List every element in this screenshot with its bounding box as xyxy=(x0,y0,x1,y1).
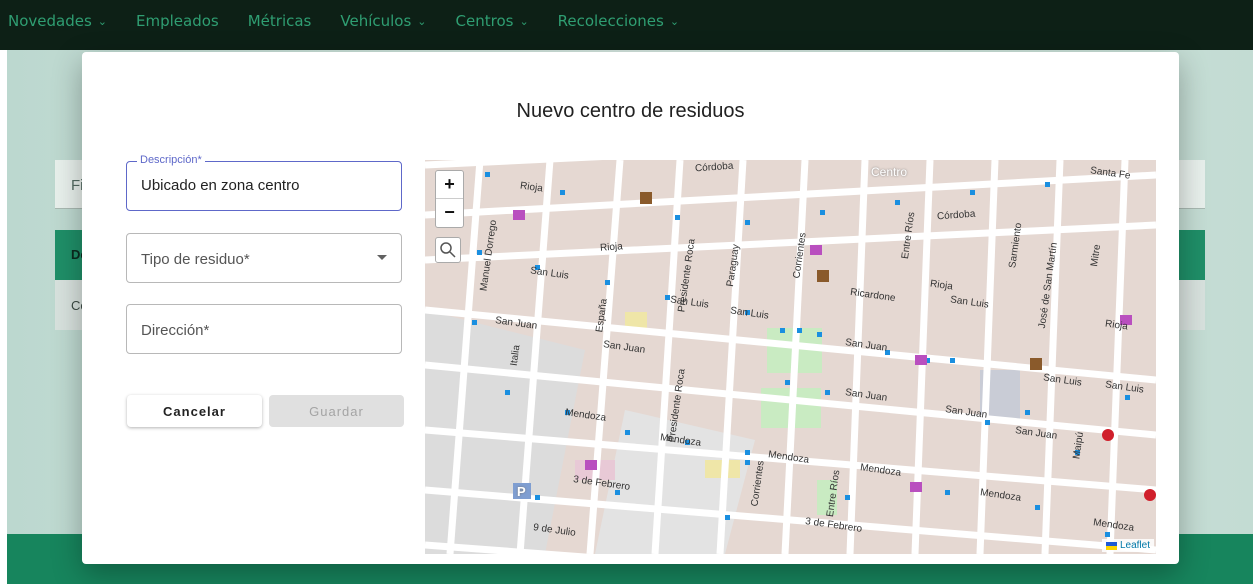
description-label: Descripción* xyxy=(137,154,205,166)
nav-item-recolecciones[interactable]: Recolecciones ⌄ xyxy=(558,12,679,30)
nav-item-vehiculos[interactable]: Vehículos ⌄ xyxy=(340,12,426,30)
chevron-down-icon: ⌄ xyxy=(97,14,108,28)
nav-item-metricas[interactable]: Métricas xyxy=(248,12,312,30)
nav-item-centros[interactable]: Centros ⌄ xyxy=(456,12,529,30)
description-field[interactable]: Descripción* Ubicado en zona centro xyxy=(126,154,402,211)
zoom-out-button[interactable]: − xyxy=(436,199,463,226)
nav-label: Centros xyxy=(455,12,514,30)
zoom-in-button[interactable]: + xyxy=(436,171,463,199)
nav-label: Vehículos xyxy=(340,12,412,30)
nav-label: Recolecciones xyxy=(557,12,664,30)
nav-items: Novedades ⌄ Empleados Métricas Vehículos ⌄… xyxy=(8,12,708,30)
map-label-centro: Centro xyxy=(871,165,908,179)
zoom-control: + − xyxy=(435,170,464,228)
nav-label: Novedades xyxy=(8,12,92,30)
waste-type-placeholder: Tipo de residuo* xyxy=(141,251,250,268)
parking-icon: P xyxy=(517,484,526,499)
chevron-down-icon: ⌄ xyxy=(417,14,427,28)
attribution-link[interactable]: Leaflet xyxy=(1120,540,1150,551)
nav-label: Métricas xyxy=(247,12,312,30)
address-placeholder: Dirección* xyxy=(141,322,210,339)
ukraine-flag-icon xyxy=(1105,541,1117,550)
map[interactable]: Centro Córdoba Córdoba Rioja Rioja Rioja… xyxy=(425,160,1156,554)
search-icon xyxy=(440,242,456,258)
description-value: Ubicado en zona centro xyxy=(141,177,300,194)
dialog-title: Nuevo centro de residuos xyxy=(516,100,745,122)
map-tiles xyxy=(425,160,1156,554)
address-field[interactable]: Dirección* xyxy=(126,304,402,354)
app-frame: Novedades ⌄ Empleados Métricas Vehículos ⌄… xyxy=(0,0,1253,584)
map-attribution[interactable]: Leaflet xyxy=(1101,539,1154,552)
map-label-rioja: Rioja xyxy=(599,241,624,254)
chevron-down-icon: ⌄ xyxy=(519,14,529,28)
nav-label: Empleados xyxy=(136,12,219,30)
save-button[interactable]: Guardar xyxy=(269,395,404,427)
dropdown-arrow-icon xyxy=(377,255,387,260)
nav-item-novedades[interactable]: Novedades ⌄ xyxy=(8,12,107,30)
new-center-dialog: Nuevo centro de residuos Descripción* Ub… xyxy=(82,52,1179,564)
map-search-button[interactable] xyxy=(435,237,461,263)
nav-item-empleados[interactable]: Empleados xyxy=(136,12,219,30)
cancel-button[interactable]: Cancelar xyxy=(127,395,262,427)
waste-type-select[interactable]: Tipo de residuo* xyxy=(126,233,402,283)
top-navbar: Novedades ⌄ Empleados Métricas Vehículos ⌄… xyxy=(0,0,1253,50)
chevron-down-icon: ⌄ xyxy=(669,14,680,28)
